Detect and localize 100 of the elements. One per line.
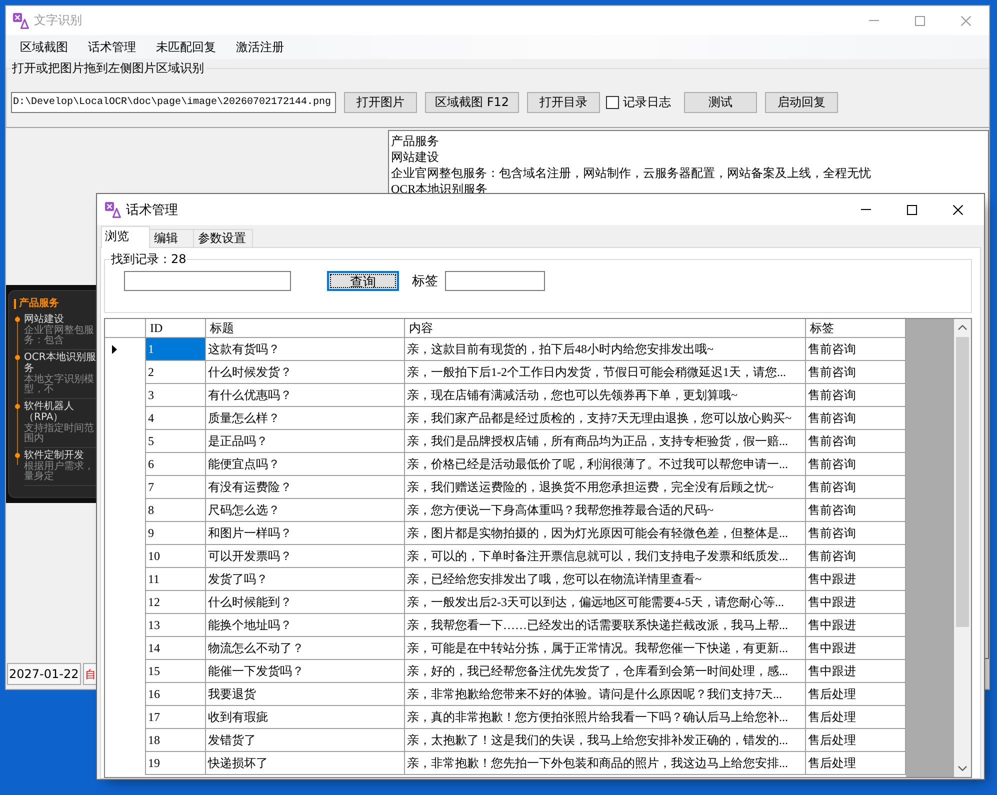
table-cell: 亲，我们赠送运费险的，退换货不用您承担运费，完全没有后顾之忧~ (405, 476, 806, 499)
table-cell: 能便宜点吗？ (206, 453, 405, 476)
maximize-icon[interactable] (907, 204, 917, 214)
table-cell: 亲，这款目前有现货的，拍下后48小时内给您安排发出哦~ (405, 338, 806, 361)
table-cell: 17 (146, 706, 206, 729)
column-header[interactable]: 标题 (206, 319, 405, 338)
table-cell: 1 (146, 338, 206, 361)
table-cell: 15 (146, 660, 206, 683)
checkbox[interactable] (606, 96, 619, 109)
scrollbar-thumb[interactable] (956, 337, 969, 627)
tab[interactable]: 编辑 (149, 229, 194, 247)
tab[interactable]: 参数设置 (193, 229, 253, 247)
table-cell: 质量怎么样？ (206, 407, 405, 430)
table-cell: 我要退货 (206, 683, 405, 706)
table-cell: 3 (146, 384, 206, 407)
table-cell: 发错货了 (206, 729, 405, 752)
preview-item-title: OCR本地识别服务 (24, 352, 96, 374)
column-header[interactable]: 标签 (806, 319, 906, 338)
preview-item-text: 根据用户需求，量身定 (24, 462, 95, 482)
toolbar-button[interactable]: 打开图片 (344, 92, 417, 113)
table-cell: 19 (146, 752, 206, 775)
table-cell: 6 (146, 453, 206, 476)
table-cell: 能换个地址吗？ (206, 614, 405, 637)
table-cell: 有没有运费险？ (206, 476, 405, 499)
group-label: 打开或把图片拖到左侧图片区域识别 (11, 61, 205, 76)
preview-heading: 产品服务 (19, 298, 59, 310)
table-cell: 这款有货吗？ (206, 338, 405, 361)
table-cell: 亲，已经给您安排发出了哦，您可以在物流详情里查看~ (405, 568, 806, 591)
table-cell: 16 (146, 683, 206, 706)
app-icon (105, 202, 121, 218)
table-cell: 收到有瑕疵 (206, 706, 405, 729)
timeline-dot (15, 404, 20, 408)
table-cell: 是正品吗？ (206, 430, 405, 453)
tab[interactable]: 浏览 (101, 226, 150, 248)
toolbar-button[interactable]: 启动回复 (765, 92, 838, 113)
table-cell: 亲，可以的，下单时备注开票信息就可以，我们支持电子发票和纸质发... (405, 545, 806, 568)
toolbar-button[interactable]: 区域截图 F12 (425, 92, 519, 113)
timeline-dot (15, 316, 20, 322)
table-cell: 亲，好的，我已经帮您备注优先发货了，仓库看到会第一时间处理，感... (405, 660, 806, 683)
timeline-dot (15, 354, 20, 360)
path-field[interactable]: D:\Develop\LocalOCR\doc\page\image\20260702172144.png (11, 92, 336, 113)
table-cell: 亲，我们是品牌授权店铺，所有商品均为正品，支持专柜验货，假一赔... (405, 430, 806, 453)
table-cell: 亲，非常抱歉给您带来不好的体验。请问是什么原因呢？我们支持7天... (405, 683, 806, 706)
table-cell: 2 (146, 361, 206, 384)
table-cell: 什么时候发货？ (206, 361, 405, 384)
table-cell: 和图片一样吗？ (206, 522, 405, 545)
app-icon (13, 12, 29, 28)
table-cell: 9 (146, 522, 206, 545)
preview-item-text: 企业官网整包服务：包含 (24, 326, 95, 346)
table-cell: 11 (146, 568, 206, 591)
table-cell: 物流怎么不动了？ (206, 637, 405, 660)
table-cell: 可以开发票吗？ (206, 545, 405, 568)
status-field: 2027-01-22 (7, 663, 81, 685)
search-field[interactable] (124, 271, 291, 291)
table-cell: 亲，我们家产品都是经过质检的，支持7天无理由退换，您可以放心购买~ (405, 407, 806, 430)
table-cell: 尺码怎么选？ (206, 499, 405, 522)
table-cell: 13 (146, 614, 206, 637)
menu-item[interactable]: 未匹配回复 (146, 37, 226, 57)
table-cell: 有什么优惠吗？ (206, 384, 405, 407)
window-title: 话术管理 (126, 202, 178, 218)
table-cell: 14 (146, 637, 206, 660)
table-cell: 快递损坏了 (206, 752, 405, 775)
table-cell: 5 (146, 430, 206, 453)
text-line: 企业官网整包服务：包含域名注册，网站制作，云服务器配置，网站备案及上线，全程无忧 (391, 165, 872, 181)
menu-item[interactable]: 区域截图 (10, 37, 78, 57)
text-line: 网站建设 (391, 149, 440, 165)
preview-item-title: 软件机器人（RPA） (24, 400, 75, 422)
close-icon[interactable] (953, 204, 963, 214)
preview-item-title: 软件定制开发 (24, 450, 85, 460)
table-cell: 发货了吗？ (206, 568, 405, 591)
table-cell: 18 (146, 729, 206, 752)
table-cell: 亲，一般发出后2-3天可以到达，偏远地区可能需要4-5天，请您耐心等... (405, 591, 806, 614)
table-cell: 能催一下发货吗？ (206, 660, 405, 683)
header-corner-cell[interactable] (105, 319, 146, 338)
text-line: 产品服务 (391, 133, 440, 149)
column-header[interactable]: ID (146, 319, 206, 338)
table-cell: 10 (146, 545, 206, 568)
toolbar-button[interactable]: 打开目录 (527, 92, 600, 113)
tag-label: 标签 (412, 273, 438, 290)
table-cell: 亲，我帮您看一下……已经发出的话需要联系快递拦截改派，我马上帮... (405, 614, 806, 637)
tag-field[interactable] (445, 271, 545, 291)
timeline-dot (15, 452, 20, 458)
table-cell: 亲，一般拍下后1-2个工作日内发货，节假日可能会稍微延迟1天，请您... (405, 361, 806, 384)
table-cell: 4 (146, 407, 206, 430)
checkbox-label[interactable]: 记录日志 (623, 94, 671, 111)
table-cell: 亲，可能是在中转站分拣，属于正常情况。我帮您催一下快递，有更新... (405, 637, 806, 660)
table-cell: 7 (146, 476, 206, 499)
menu-item[interactable]: 激活注册 (226, 37, 294, 57)
table-cell: 亲，您方便说一下身高体重吗？我帮您推荐最合适的尺码~ (405, 499, 806, 522)
table-cell: 亲，图片都是实物拍摄的，因为灯光原因可能会有轻微色差，但整体是... (405, 522, 806, 545)
window-title: 文字识别 (34, 12, 82, 29)
preview-item-text: 支持指定时间范围内 (24, 424, 95, 444)
preview-item-text: 本地文字识别模型，不 (24, 374, 95, 396)
vertical-scrollbar[interactable] (954, 319, 971, 777)
menu-item[interactable]: 话术管理 (78, 37, 146, 57)
query-button[interactable]: 查询 (327, 271, 399, 291)
column-header[interactable]: 内容 (405, 319, 806, 338)
toolbar-button[interactable]: 测试 (684, 92, 757, 113)
table-cell: 12 (146, 591, 206, 614)
table-cell: 亲，非常抱歉！您先拍一下外包装和商品的照片，我这边马上给您安排... (405, 752, 806, 775)
